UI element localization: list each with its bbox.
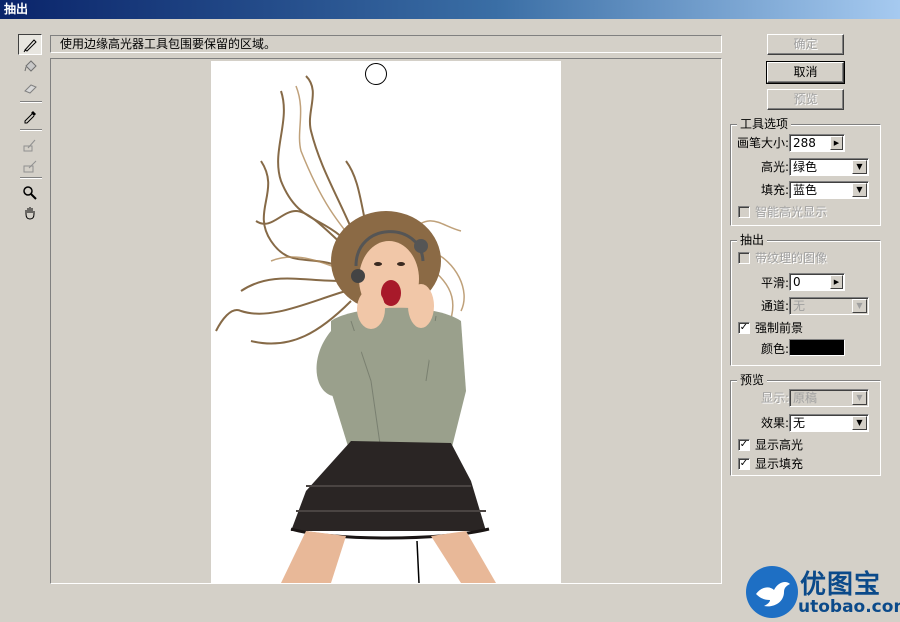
preview-canvas[interactable] xyxy=(50,58,722,584)
watermark-name: 优图宝 xyxy=(800,570,882,600)
show-select[interactable]: 原稿 ▼ xyxy=(789,389,869,407)
force-foreground-checkbox[interactable]: ✓ xyxy=(738,322,750,334)
window-title-bar: 抽出 xyxy=(0,0,900,19)
show-fill-label: 显示填充 xyxy=(755,457,804,471)
cleanup-tool-icon xyxy=(23,139,36,151)
effect-select[interactable]: 无 ▼ xyxy=(789,414,869,432)
fill-label: 填充: xyxy=(761,183,790,197)
smart-highlight-label: 智能高光显示 xyxy=(755,205,828,219)
channel-label: 通道: xyxy=(761,299,790,313)
tool-separator xyxy=(20,129,42,131)
eyedropper-icon xyxy=(24,110,36,123)
fill-tool[interactable] xyxy=(18,56,42,77)
preview-group: 预览 显示: 原稿 ▼ 效果: 无 ▼ ✓ 显示高光 ✓ 显示填充 xyxy=(730,373,881,476)
chevron-down-icon: ▼ xyxy=(852,160,867,174)
show-fill-checkbox[interactable]: ✓ xyxy=(738,458,750,470)
chevron-down-icon: ▼ xyxy=(852,391,867,405)
eraser-icon xyxy=(24,83,37,94)
bird-logo-icon xyxy=(746,566,798,618)
chevron-down-icon: ▼ xyxy=(852,416,867,430)
preview-button[interactable]: 预览 xyxy=(767,89,844,110)
fill-select[interactable]: 蓝色 ▼ xyxy=(789,181,869,199)
hint-text: 使用边缘高光器工具包围要保留的区域。 xyxy=(60,37,277,51)
tool-separator xyxy=(20,177,42,179)
cancel-button[interactable]: 取消 xyxy=(766,61,845,84)
smart-highlight-checkbox[interactable] xyxy=(738,206,750,218)
fill-value: 蓝色 xyxy=(793,183,818,197)
extraction-group: 抽出 带纹理的图像 平滑: 0 ▶ 通道: 无 ▼ ✓ 强制前景 颜色: xyxy=(730,233,881,366)
hand-icon xyxy=(25,206,35,220)
cleanup-tool[interactable] xyxy=(18,134,42,155)
chevron-down-icon: ▼ xyxy=(852,183,867,197)
zoom-icon xyxy=(23,185,37,200)
edge-touchup-tool[interactable] xyxy=(18,155,42,176)
hand-tool[interactable] xyxy=(18,202,42,223)
hint-bar: 使用边缘高光器工具包围要保留的区域。 xyxy=(50,35,722,53)
highlight-select[interactable]: 绿色 ▼ xyxy=(789,158,869,176)
brush-size-value: 288 xyxy=(793,136,816,150)
tool-options-title: 工具选项 xyxy=(737,117,792,131)
watermark: 优图宝 utobao.com xyxy=(744,562,900,622)
effect-value: 无 xyxy=(793,416,806,430)
eyedropper-tool[interactable] xyxy=(18,106,42,127)
tool-separator xyxy=(20,101,42,103)
chevron-down-icon: ▼ xyxy=(852,299,867,313)
textured-image-checkbox[interactable] xyxy=(738,252,750,264)
watermark-url: utobao.com xyxy=(798,597,900,617)
channel-value: 无 xyxy=(793,299,806,313)
photo xyxy=(211,61,561,583)
zoom-tool[interactable] xyxy=(18,182,42,203)
eraser-tool[interactable] xyxy=(18,78,42,99)
ok-button[interactable]: 确定 xyxy=(767,34,844,55)
smooth-value: 0 xyxy=(793,275,801,289)
show-highlight-checkbox[interactable]: ✓ xyxy=(738,439,750,451)
tool-options-group: 工具选项 画笔大小: 288 ▶ 高光: 绿色 ▼ 填充: 蓝色 ▼ 智能高光显… xyxy=(730,117,881,226)
brush-size-label: 画笔大小: xyxy=(737,136,790,150)
fill-bucket-icon xyxy=(24,59,37,72)
show-highlight-label: 显示高光 xyxy=(755,438,804,452)
show-label: 显示: xyxy=(761,391,790,405)
brush-size-spin-icon[interactable]: ▶ xyxy=(830,136,843,150)
smooth-spin-icon[interactable]: ▶ xyxy=(830,275,843,289)
girl-photo xyxy=(215,75,496,583)
effect-label: 效果: xyxy=(761,416,790,430)
textured-image-label: 带纹理的图像 xyxy=(755,251,828,265)
preview-title: 预览 xyxy=(737,373,768,387)
color-label: 颜色: xyxy=(761,342,790,356)
brush-cursor xyxy=(365,63,387,85)
smooth-label: 平滑: xyxy=(761,276,790,290)
window-title: 抽出 xyxy=(4,2,29,16)
edge-touchup-icon xyxy=(23,160,37,172)
channel-select[interactable]: 无 ▼ xyxy=(789,297,869,315)
smooth-field[interactable]: 0 ▶ xyxy=(789,273,845,291)
force-foreground-label: 强制前景 xyxy=(755,321,804,335)
extraction-title: 抽出 xyxy=(737,233,768,247)
edge-highlighter-icon xyxy=(23,38,37,52)
show-value: 原稿 xyxy=(793,391,818,405)
highlight-label: 高光: xyxy=(761,160,790,174)
color-swatch[interactable] xyxy=(789,339,845,356)
brush-size-field[interactable]: 288 ▶ xyxy=(789,134,845,152)
highlight-value: 绿色 xyxy=(793,160,818,174)
edge-highlighter-tool[interactable] xyxy=(18,34,42,55)
